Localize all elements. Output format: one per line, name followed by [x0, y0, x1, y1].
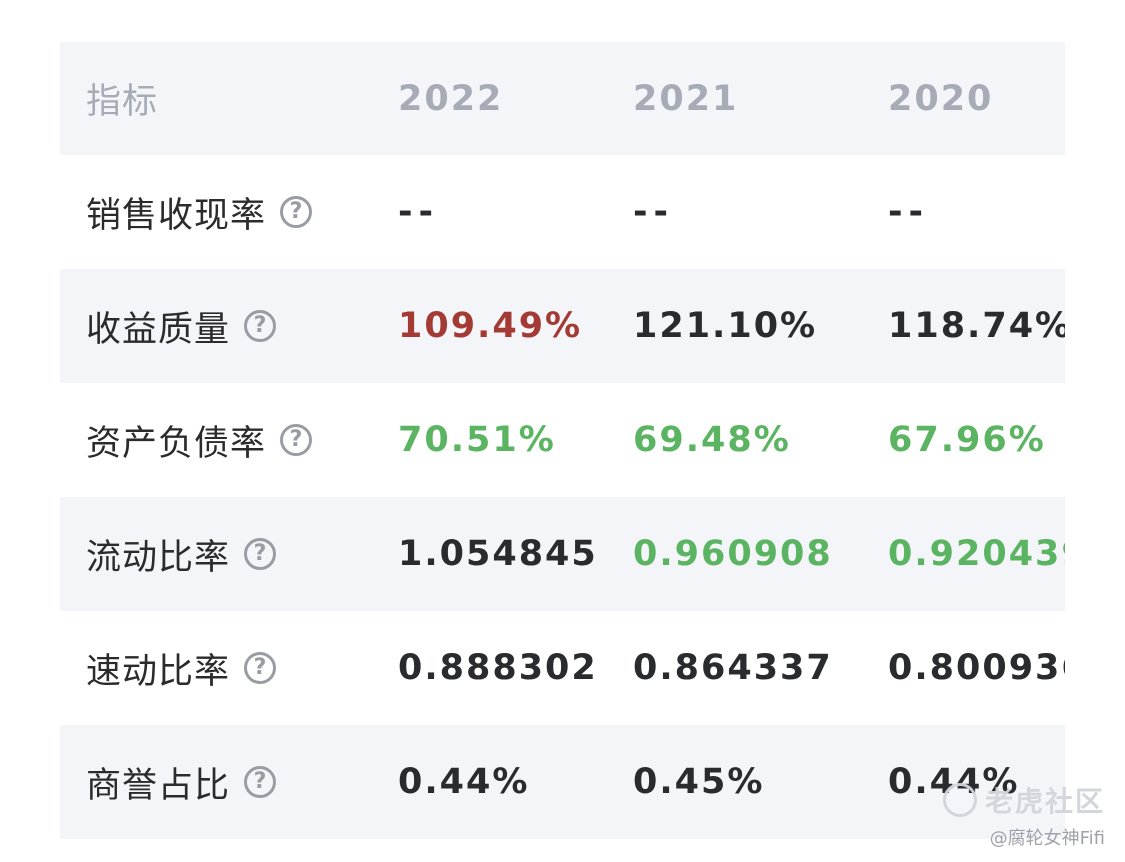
question-circle-icon[interactable]: ?	[280, 196, 313, 228]
question-circle-icon[interactable]: ?	[244, 652, 277, 684]
value-cell: 0.888302	[398, 648, 598, 688]
header-indicator-label: 指标	[86, 82, 159, 122]
table-row: 收益质量 ? 109.49% 121.10% 118.74%	[60, 269, 1065, 383]
table-row: 资产负债率 ? 70.51% 69.48% 67.96%	[60, 383, 1065, 497]
indicators-table: 指标 2022 2021 2020 销售收现率 ? -- -- -- 收益质量	[60, 42, 1065, 839]
question-circle-icon[interactable]: ?	[244, 766, 277, 798]
value-cell: --	[398, 192, 440, 232]
value-cell: 1.054845	[398, 534, 598, 574]
table-row: 流动比率 ? 1.054845 0.960908 0.920439	[60, 497, 1065, 611]
row-label-goodwill-ratio: 商誉占比	[86, 765, 231, 806]
value-cell: --	[633, 192, 675, 232]
value-cell: 0.960908	[633, 534, 833, 574]
value-cell: 0.45%	[633, 762, 765, 802]
row-label-earnings-quality: 收益质量	[86, 309, 231, 350]
table-row: 速动比率 ? 0.888302 0.864337 0.800936	[60, 611, 1065, 725]
row-label-quick-ratio: 速动比率	[86, 651, 231, 692]
value-cell: 69.48%	[633, 420, 791, 460]
row-label-sales-cash-ratio: 销售收现率	[86, 195, 267, 236]
question-circle-icon[interactable]: ?	[244, 310, 277, 342]
financial-indicators-page: 指标 2022 2021 2020 销售收现率 ? -- -- -- 收益质量	[0, 0, 1125, 862]
value-cell: 0.800936	[888, 648, 1065, 688]
table-row: 商誉占比 ? 0.44% 0.45% 0.44%	[60, 725, 1065, 839]
value-cell: 67.96%	[888, 420, 1046, 460]
value-cell: 121.10%	[633, 306, 818, 346]
table-header-row: 指标 2022 2021 2020	[60, 42, 1065, 155]
header-year-2022[interactable]: 2022	[398, 79, 503, 119]
value-cell: --	[888, 192, 930, 232]
row-label-debt-ratio: 资产负债率	[86, 423, 267, 464]
header-year-2021[interactable]: 2021	[633, 79, 738, 119]
value-cell: 109.49%	[398, 306, 583, 346]
value-cell: 70.51%	[398, 420, 556, 460]
value-cell: 0.920439	[888, 534, 1065, 574]
header-year-2020[interactable]: 2020	[888, 79, 993, 119]
value-cell: 118.74%	[888, 306, 1065, 346]
value-cell: 0.44%	[888, 762, 1020, 802]
question-circle-icon[interactable]: ?	[244, 538, 277, 570]
question-circle-icon[interactable]: ?	[280, 424, 313, 456]
row-label-current-ratio: 流动比率	[86, 537, 231, 578]
value-cell: 0.864337	[633, 648, 833, 688]
table-row: 销售收现率 ? -- -- --	[60, 155, 1065, 269]
value-cell: 0.44%	[398, 762, 530, 802]
